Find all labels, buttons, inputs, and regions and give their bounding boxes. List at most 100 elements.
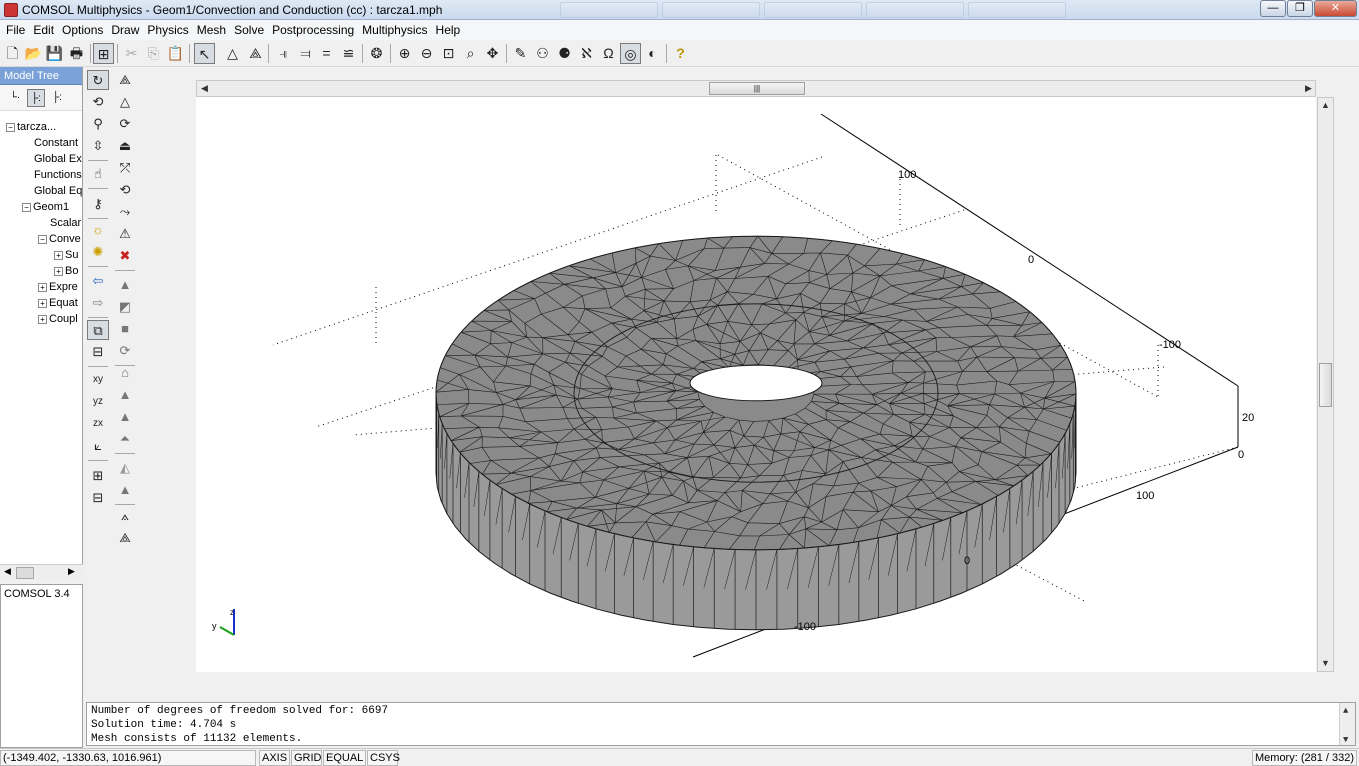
tree-view-full-icon[interactable]: ├:: [48, 89, 66, 107]
mesh-select-edge-icon[interactable]: ■: [114, 319, 136, 339]
tree-node-subdomain[interactable]: + Su: [54, 249, 78, 261]
tree-node-constants[interactable]: Constant: [34, 137, 78, 149]
taskbar-tab[interactable]: [560, 2, 658, 18]
omega-icon[interactable]: Ω: [598, 43, 619, 64]
move-icon[interactable]: ⇳: [87, 136, 109, 156]
headlight-icon[interactable]: ✺: [87, 242, 109, 262]
mesh-statistics-icon[interactable]: ⚠: [114, 224, 136, 244]
postprocessing-mode-icon[interactable]: ◐: [642, 43, 663, 64]
zx-plane-icon[interactable]: zx: [87, 414, 109, 434]
subdomain-settings-icon[interactable]: ⫤: [295, 43, 316, 64]
cut-icon[interactable]: ✂: [121, 43, 142, 64]
tree-node-global-expressions[interactable]: Global Ex: [34, 153, 82, 165]
solve-mode-icon[interactable]: ℵ: [576, 43, 597, 64]
mesh-select-point-icon[interactable]: ⟳: [114, 341, 136, 361]
mesh-element-icon[interactable]: ▲: [114, 385, 136, 405]
taskbar-tab[interactable]: [662, 2, 760, 18]
menu-mesh[interactable]: Mesh: [193, 20, 230, 40]
menu-physics[interactable]: Physics: [143, 20, 192, 40]
taskbar-tab[interactable]: [764, 2, 862, 18]
tree-node-boundary[interactable]: + Bo: [54, 265, 78, 277]
orbit-icon[interactable]: ⟲: [87, 92, 109, 112]
menu-multiphysics[interactable]: Multiphysics: [358, 20, 431, 40]
solve-icon[interactable]: ❂: [366, 43, 387, 64]
zoom-in-icon[interactable]: ⊕: [394, 43, 415, 64]
pan-icon[interactable]: ✥: [482, 43, 503, 64]
model-tree-toggle-icon[interactable]: ⊞: [93, 43, 114, 64]
xy-plane-icon[interactable]: xy: [87, 370, 109, 390]
free-mesh-icon[interactable]: ⤱: [114, 158, 136, 178]
tree-node-scalar[interactable]: Scalar: [50, 217, 81, 229]
default-view-icon[interactable]: ⟀: [87, 436, 109, 456]
menu-solve[interactable]: Solve: [230, 20, 268, 40]
menu-draw[interactable]: Draw: [107, 20, 143, 40]
yz-plane-icon[interactable]: yz: [87, 392, 109, 412]
scroll-up-icon[interactable]: ▲: [1343, 704, 1348, 718]
arrow-left-icon[interactable]: ⇦: [87, 271, 109, 291]
draw-mode-icon[interactable]: ✎: [510, 43, 531, 64]
decrease-transparency-icon[interactable]: ⊟: [87, 488, 109, 508]
tree-node-equations[interactable]: + Equat: [38, 297, 78, 309]
light-icon[interactable]: ☼: [87, 220, 109, 240]
scroll-down-icon[interactable]: ▼: [1321, 658, 1330, 668]
wireframe-icon[interactable]: ⊟: [87, 342, 109, 362]
tree-node-coupling[interactable]: + Coupl: [38, 313, 78, 325]
scroll-up-icon[interactable]: ▲: [1321, 100, 1330, 110]
mesh-suppress-icon[interactable]: ▲: [114, 480, 136, 500]
selection-key-icon[interactable]: ⚷: [87, 194, 109, 214]
tree-view-detailed-icon[interactable]: ├:: [27, 88, 45, 107]
tree-node-global-equations[interactable]: Global Eq: [34, 185, 82, 197]
menu-options[interactable]: Options: [58, 20, 107, 40]
swept-mesh-icon[interactable]: ⟳: [114, 114, 136, 134]
grid-toggle[interactable]: GRID: [291, 750, 322, 766]
equation-icon[interactable]: ≌: [338, 43, 359, 64]
tree-node-expressions[interactable]: + Expre: [38, 281, 78, 293]
zoom-icon[interactable]: ⚲: [87, 114, 109, 134]
tree-node-geom1[interactable]: − Geom1: [22, 201, 69, 213]
mesh-add-point-icon[interactable]: ⟑: [114, 506, 136, 526]
mapped-mesh-icon[interactable]: ⟲: [114, 180, 136, 200]
menu-edit[interactable]: Edit: [29, 20, 58, 40]
viewport-vscrollbar[interactable]: ▲ ▼: [1317, 97, 1334, 672]
scroll-thumb[interactable]: |||: [709, 82, 805, 95]
box-view-icon[interactable]: ⧉: [87, 320, 109, 340]
menu-postprocessing[interactable]: Postprocessing: [268, 20, 358, 40]
save-icon[interactable]: 💾: [44, 43, 65, 64]
equal-toggle[interactable]: EQUAL: [323, 750, 366, 766]
mesh-triangle-outline-icon[interactable]: ⟁: [114, 528, 136, 548]
refine-mesh-icon[interactable]: △: [114, 92, 136, 112]
arrow-right-icon[interactable]: ⇨: [87, 293, 109, 313]
model-tree-hscrollbar[interactable]: ◀ ▶: [0, 564, 83, 580]
mesh-element-3-icon[interactable]: ⏶: [114, 429, 136, 449]
boundary-settings-icon[interactable]: ⫣: [273, 43, 294, 64]
scroll-left-icon[interactable]: ◀: [4, 566, 11, 577]
help-icon[interactable]: ?: [670, 43, 691, 64]
scroll-thumb[interactable]: [1319, 363, 1332, 407]
mesh-select-boundary-icon[interactable]: ◩: [114, 297, 136, 317]
tree-node-model[interactable]: − tarcza...: [6, 121, 56, 133]
maximize-button[interactable]: ❐: [1287, 0, 1313, 17]
mesh-select-subdomain-icon[interactable]: ▲: [114, 275, 136, 295]
triangle-mesh-icon[interactable]: ⟁: [245, 43, 266, 64]
mesh-element-2-icon[interactable]: ▲: [114, 407, 136, 427]
print-icon[interactable]: 🖶: [66, 43, 87, 64]
zoom-extents-icon[interactable]: ⌕: [460, 43, 481, 64]
new-file-icon[interactable]: 🗋: [2, 43, 23, 64]
scroll-left-icon[interactable]: ◀: [201, 83, 208, 94]
axis-toggle[interactable]: AXIS: [259, 750, 290, 766]
physics-mode-icon[interactable]: ⚇: [532, 43, 553, 64]
triangle-icon[interactable]: △: [222, 43, 243, 64]
minimize-button[interactable]: —: [1260, 0, 1286, 17]
menu-file[interactable]: File: [2, 20, 29, 40]
csys-toggle[interactable]: CSYS: [367, 750, 400, 766]
tree-view-simple-icon[interactable]: └·: [6, 89, 24, 107]
graphics-viewport[interactable]: 100 0 -100 20 0 100 0 -100 z y: [196, 97, 1316, 672]
paste-icon[interactable]: 📋: [165, 43, 186, 64]
log-vscrollbar[interactable]: ▲ ▼: [1339, 703, 1355, 745]
mesh-plot[interactable]: 100 0 -100 20 0 100 0 -100 z y: [196, 97, 1316, 672]
menu-help[interactable]: Help: [432, 20, 465, 40]
rotate-icon[interactable]: ↻: [87, 70, 109, 90]
scroll-thumb[interactable]: [16, 567, 34, 579]
increase-transparency-icon[interactable]: ⊞: [87, 466, 109, 486]
tree-node-functions[interactable]: Functions: [34, 169, 82, 181]
